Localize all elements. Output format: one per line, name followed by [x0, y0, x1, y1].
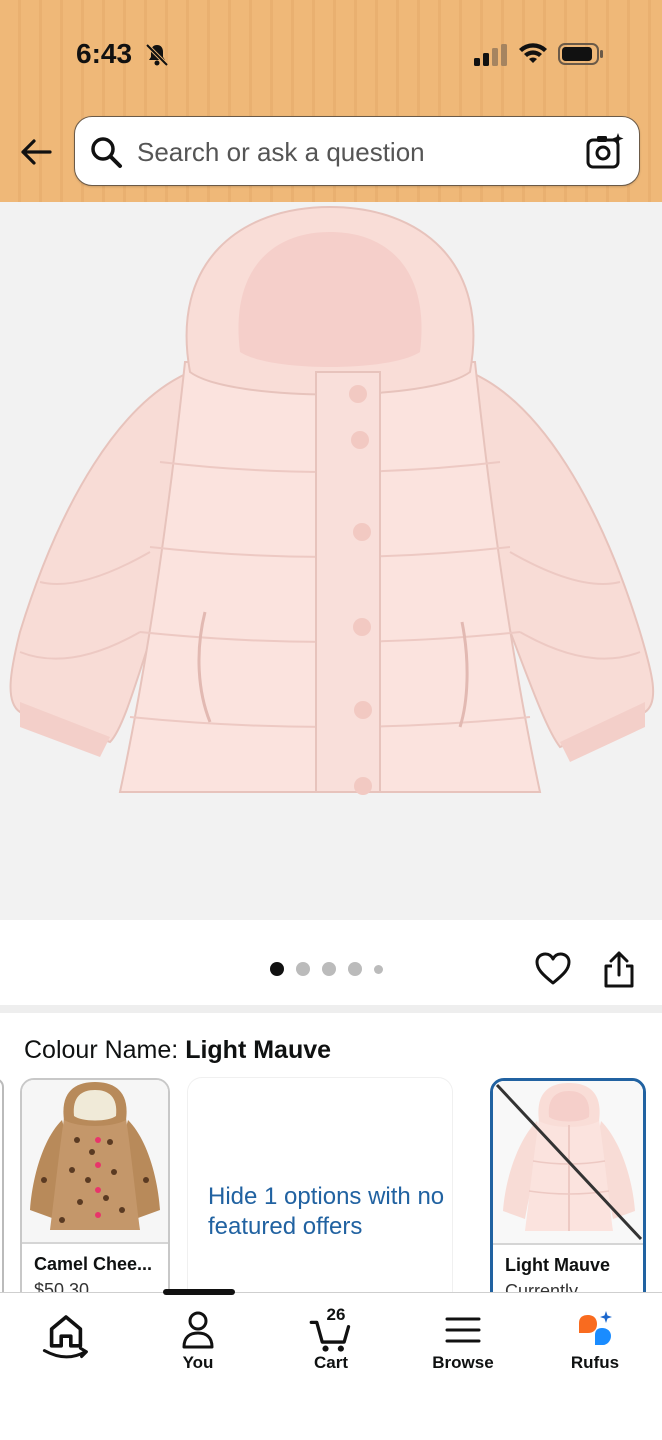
swatch-separator — [493, 1243, 643, 1245]
swatch-name: Camel Chee... — [34, 1254, 153, 1274]
battery-icon — [558, 43, 603, 65]
swatch-name: Light Mauve — [505, 1255, 611, 1275]
leopard-jacket-image — [22, 1080, 168, 1242]
nav-cart-label: Cart — [313, 1353, 348, 1372]
colour-label-prefix: Colour Name: — [24, 1036, 179, 1064]
swatch-thumbnail — [22, 1080, 168, 1242]
rufus-icon — [579, 1311, 612, 1345]
image-carousel-dots[interactable] — [270, 962, 383, 976]
nav-home[interactable] — [0, 1293, 132, 1393]
person-icon — [182, 1311, 214, 1349]
swatch-separator — [22, 1242, 168, 1244]
nav-browse-label: Browse — [432, 1353, 494, 1372]
section-divider — [0, 1005, 662, 1013]
light-mauve-jacket-image — [493, 1081, 643, 1243]
product-image[interactable] — [0, 202, 662, 920]
colour-value: Light Mauve — [185, 1036, 332, 1064]
share-icon[interactable] — [600, 950, 638, 990]
carousel-dot[interactable] — [374, 964, 383, 974]
swatch-camel-cheetah[interactable]: Camel Chee... $50.30 — [20, 1078, 170, 1318]
app-header: 6:43 Search or ask a question — [0, 0, 662, 202]
search-input[interactable]: Search or ask a question — [137, 137, 425, 168]
hide-options-link[interactable]: Hide 1 options with no featured offers — [208, 1182, 448, 1242]
status-time: 6:43 — [76, 38, 133, 69]
swatch-light-mauve[interactable]: Light Mauve Currently — [490, 1078, 646, 1318]
swatch-partial[interactable] — [0, 1078, 4, 1308]
cart-count-badge: 26 — [326, 1305, 346, 1324]
carousel-dot[interactable] — [348, 962, 362, 976]
wifi-icon — [519, 43, 547, 63]
search-bar[interactable]: Search or ask a question — [74, 116, 640, 186]
bottom-navigation: You 26 Cart Browse Rufus — [0, 1289, 662, 1440]
silent-bell-icon — [145, 43, 169, 67]
carousel-dot[interactable] — [270, 962, 284, 976]
colour-name-label: Colour Name: Light Mauve — [24, 1036, 331, 1065]
heart-icon[interactable] — [534, 950, 572, 988]
status-bar: 6:43 — [0, 30, 662, 80]
puffer-jacket-image — [9, 205, 655, 795]
cellular-signal-icon — [474, 44, 507, 66]
nav-rufus[interactable]: Rufus — [529, 1293, 661, 1393]
nav-you-label: You — [182, 1353, 214, 1372]
menu-icon — [445, 1317, 481, 1343]
back-arrow-icon[interactable] — [18, 134, 54, 170]
nav-you[interactable]: You — [132, 1293, 264, 1393]
search-icon — [91, 137, 122, 168]
camera-search-icon[interactable] — [585, 131, 625, 171]
nav-cart[interactable]: 26 Cart — [265, 1293, 397, 1393]
swatch-thumbnail — [493, 1081, 643, 1243]
nav-browse[interactable]: Browse — [397, 1293, 529, 1393]
hide-options-card[interactable]: Hide 1 options with no featured offers — [188, 1078, 452, 1318]
home-icon — [42, 1315, 88, 1359]
carousel-dot[interactable] — [322, 962, 336, 976]
carousel-dot[interactable] — [296, 962, 310, 976]
nav-rufus-label: Rufus — [570, 1353, 620, 1372]
